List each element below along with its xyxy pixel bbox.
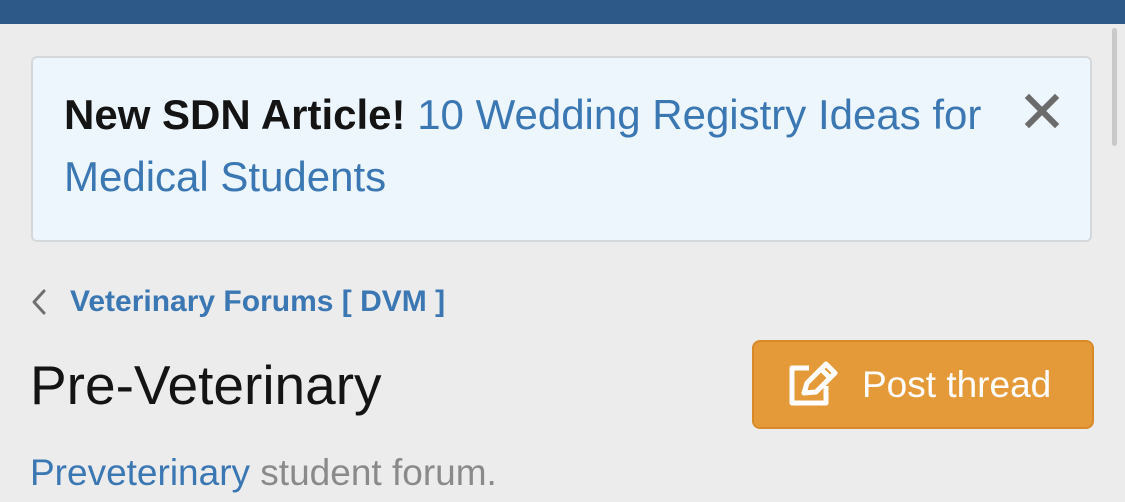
- breadcrumb-link[interactable]: Veterinary Forums [ DVM ]: [70, 285, 445, 319]
- post-thread-button[interactable]: Post thread: [752, 340, 1094, 429]
- forum-description: Preveterinary student forum.: [30, 448, 497, 498]
- post-thread-label: Post thread: [862, 363, 1052, 405]
- notice-label: New SDN Article!: [64, 91, 406, 138]
- description-text: student forum.: [250, 452, 497, 493]
- close-icon[interactable]: [1024, 93, 1060, 129]
- page-scrollbar[interactable]: [1112, 28, 1117, 146]
- page-title: Pre-Veterinary: [30, 354, 382, 416]
- edit-icon: [789, 361, 838, 405]
- description-link[interactable]: Preveterinary: [30, 452, 250, 493]
- top-navigation-bar: [0, 0, 1125, 24]
- breadcrumb: Veterinary Forums [ DVM ]: [30, 282, 445, 322]
- notice-message: New SDN Article! 10 Wedding Registry Ide…: [64, 84, 1009, 208]
- chevron-left-icon[interactable]: [30, 287, 48, 317]
- article-notice: New SDN Article! 10 Wedding Registry Ide…: [31, 56, 1092, 242]
